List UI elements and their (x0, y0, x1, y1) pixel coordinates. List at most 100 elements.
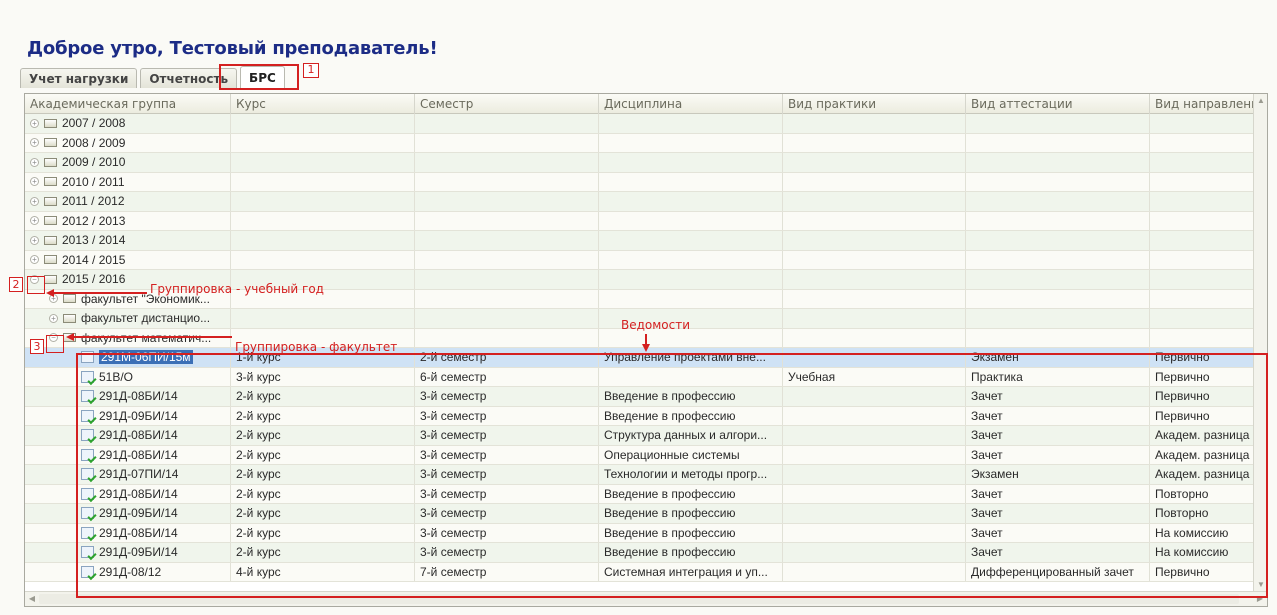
year-group-row[interactable]: +2008 / 2009 (25, 133, 1254, 153)
empty-cell (966, 289, 1150, 308)
empty-cell (599, 172, 783, 191)
empty-cell (231, 172, 415, 191)
statement-row[interactable]: 51В/О 3-й курс 6-й семестр Учебная Практика П… (25, 367, 1254, 387)
folder-icon (44, 177, 57, 187)
horizontal-scrollbar[interactable]: ◀ ▶ (25, 591, 1267, 606)
expand-plus-icon[interactable]: + (30, 157, 39, 167)
column-header-group[interactable]: Академическая группа (25, 94, 231, 114)
expand-plus-icon[interactable]: + (30, 138, 39, 148)
folder-icon (44, 157, 57, 167)
empty-cell (599, 114, 783, 133)
attestation-cell-text: Зачет (971, 506, 1003, 521)
discipline-cell-text: Введение в профессию (604, 506, 736, 521)
statement-row[interactable]: 291М-06ПИ/15м 1-й курс 2-й семестр Управлен… (25, 348, 1254, 368)
direction-cell-text: Первично (1155, 408, 1210, 423)
statement-row[interactable]: 291Д-08БИ/14 2-й курс 3-й семестр Введение … (25, 387, 1254, 407)
statement-row[interactable]: 291Д-09БИ/14 2-й курс 3-й семестр Введение … (25, 504, 1254, 524)
empty-cell (783, 231, 966, 250)
expand-plus-icon[interactable]: + (30, 196, 39, 206)
empty-cell (783, 133, 966, 152)
statement-row[interactable]: 291Д-09БИ/14 2-й курс 3-й семестр Введение … (25, 543, 1254, 563)
empty-cell (783, 114, 966, 133)
group-cell: 291Д-08/12 (25, 562, 231, 581)
practice-cell (783, 465, 966, 484)
discipline-cell: Структура данных и алгори... (599, 426, 783, 445)
practice-cell (783, 504, 966, 523)
year-group-row[interactable]: +2011 / 2012 (25, 192, 1254, 212)
direction-cell-text: Повторно (1155, 486, 1209, 501)
year-group-row[interactable]: +2014 / 2015 (25, 250, 1254, 270)
scroll-up-icon[interactable]: ▲ (1254, 94, 1267, 108)
year-group-row[interactable]: +2013 / 2014 (25, 231, 1254, 251)
course-cell: 2-й курс (231, 543, 415, 562)
column-header-direction[interactable]: Вид направления (1150, 94, 1254, 114)
expand-plus-icon[interactable]: + (30, 118, 39, 128)
semester-cell-text: 3-й семестр (420, 447, 487, 462)
empty-cell (966, 133, 1150, 152)
year-group-row[interactable]: +2010 / 2011 (25, 172, 1254, 192)
direction-cell: Первично (1150, 406, 1254, 425)
tab-workload[interactable]: Учет нагрузки (20, 68, 138, 88)
semester-cell-text: 3-й семестр (420, 506, 487, 521)
course-cell: 3-й курс (231, 367, 415, 386)
group-cell: 291Д-08БИ/14 (25, 445, 231, 464)
empty-cell (415, 133, 599, 152)
empty-cell (966, 328, 1150, 347)
column-header-course[interactable]: Курс (231, 94, 415, 114)
empty-cell (599, 231, 783, 250)
statement-row[interactable]: 291Д-09БИ/14 2-й курс 3-й семестр Введение … (25, 406, 1254, 426)
statement-row[interactable]: 291Д-08БИ/14 2-й курс 3-й семестр Введение … (25, 484, 1254, 504)
practice-cell (783, 387, 966, 406)
direction-cell: Академ. разница (1150, 426, 1254, 445)
statement-row[interactable]: 291Д-08БИ/14 2-й курс 3-й семестр Введение … (25, 523, 1254, 543)
expand-plus-icon[interactable]: + (30, 255, 39, 265)
year-group-row[interactable]: +2009 / 2010 (25, 153, 1254, 173)
attestation-cell: Практика (966, 367, 1150, 386)
discipline-cell: Введение в профессию (599, 484, 783, 503)
column-header-practice[interactable]: Вид практики (783, 94, 966, 114)
empty-cell (783, 192, 966, 211)
group-cell: +2013 / 2014 (25, 231, 231, 250)
semester-cell-text: 3-й семестр (420, 467, 487, 482)
empty-cell (599, 250, 783, 269)
discipline-cell-text: Введение в профессию (604, 486, 736, 501)
document-checked-icon (81, 468, 94, 481)
empty-cell (415, 328, 599, 347)
scroll-left-icon[interactable]: ◀ (25, 592, 39, 606)
annotation-marker-2: 2 (9, 277, 23, 292)
scroll-down-icon[interactable]: ▼ (1254, 578, 1267, 592)
year-group-row[interactable]: +2012 / 2013 (25, 211, 1254, 231)
course-cell: 2-й курс (231, 465, 415, 484)
statement-row[interactable]: 291Д-07ПИ/14 2-й курс 3-й семестр Технологи… (25, 465, 1254, 485)
expand-plus-icon[interactable]: + (30, 235, 39, 245)
statement-row[interactable]: 291Д-08/12 4-й курс 7-й семестр Системная и… (25, 562, 1254, 582)
course-cell-text: 4-й курс (236, 564, 281, 579)
group-cell: +2009 / 2010 (25, 153, 231, 172)
expand-plus-icon[interactable]: + (30, 177, 39, 187)
grid-rows: +2007 / 2008 +2008 / 2009 +2009 / 2010 +201… (25, 114, 1254, 582)
empty-cell (1150, 270, 1254, 289)
expand-plus-icon[interactable]: + (49, 313, 58, 323)
vertical-scrollbar[interactable]: ▲ ▼ (1253, 94, 1267, 592)
year-group-row[interactable]: +2007 / 2008 (25, 114, 1254, 134)
expand-plus-icon[interactable]: + (30, 216, 39, 226)
empty-cell (231, 153, 415, 172)
discipline-cell: Технологии и методы прогр... (599, 465, 783, 484)
year-label: 2012 / 2013 (62, 213, 126, 228)
attestation-cell-text: Дифференцированный зачет (971, 564, 1134, 579)
column-header-semester[interactable]: Семестр (415, 94, 599, 114)
horizontal-scroll-thumb[interactable] (39, 594, 1239, 604)
discipline-cell: Введение в профессию (599, 504, 783, 523)
discipline-cell: Системная интеграция и уп... (599, 562, 783, 581)
statement-row[interactable]: 291Д-08БИ/14 2-й курс 3-й семестр Операцион… (25, 445, 1254, 465)
scroll-right-icon[interactable]: ▶ (1253, 592, 1267, 606)
column-header-discipline[interactable]: Дисциплина (599, 94, 783, 114)
column-header-attestation[interactable]: Вид аттестации (966, 94, 1150, 114)
attestation-cell-text: Практика (971, 369, 1023, 384)
statement-row[interactable]: 291Д-08БИ/14 2-й курс 3-й семестр Структура… (25, 426, 1254, 446)
empty-cell (231, 231, 415, 250)
empty-cell (783, 328, 966, 347)
discipline-cell: Введение в профессию (599, 543, 783, 562)
folder-icon (44, 274, 57, 284)
folder-icon (44, 235, 57, 245)
